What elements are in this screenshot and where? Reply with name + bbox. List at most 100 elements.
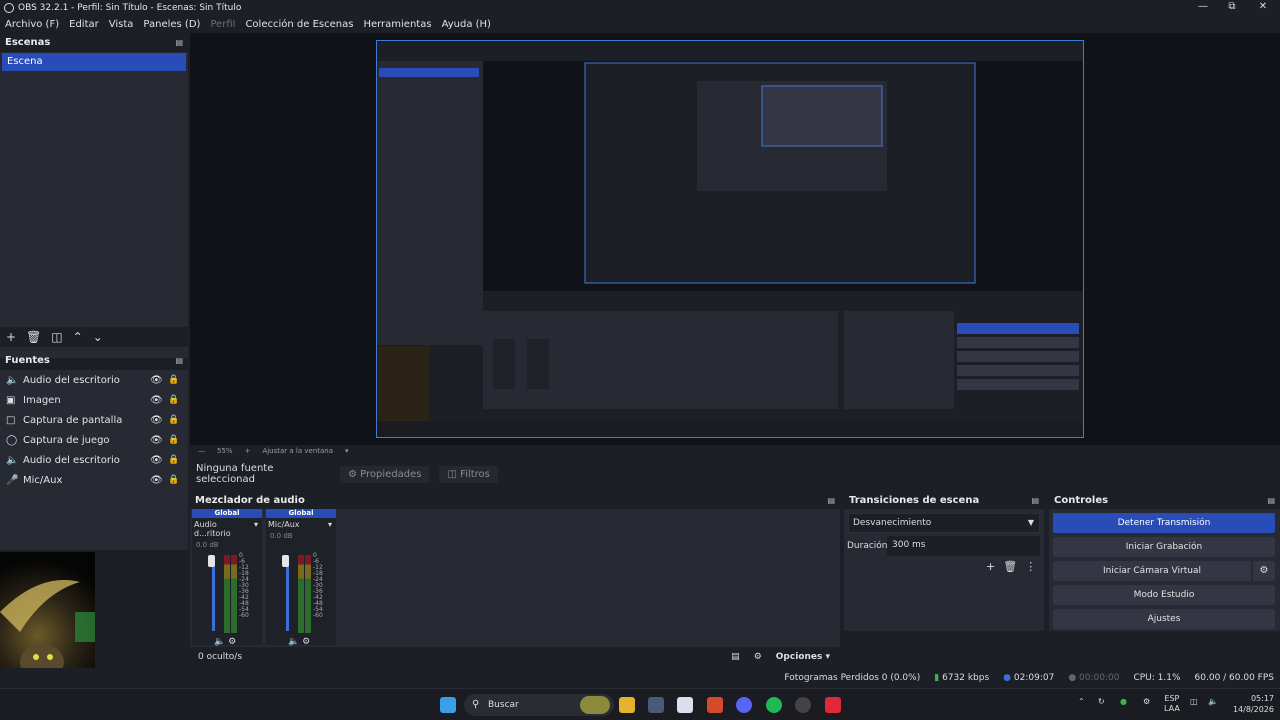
channel-db: 0.0 dB bbox=[196, 541, 219, 549]
gamepad-icon: ◯ bbox=[6, 434, 18, 446]
start-virtual-camera-button[interactable]: Iniciar Cámara Virtual bbox=[1053, 561, 1251, 581]
source-item[interactable]: 🎤 Mic/Aux 👁 🔒 bbox=[0, 470, 188, 490]
widget-icon[interactable] bbox=[580, 696, 610, 714]
layout-toggle-icon[interactable]: ▤ bbox=[731, 652, 740, 662]
menu-perfil[interactable]: Perfil bbox=[210, 19, 235, 30]
maximize-icon[interactable]: ⧉ bbox=[1215, 0, 1249, 15]
dock-float-icon[interactable]: ▤ bbox=[1267, 496, 1275, 505]
menu-editar[interactable]: Editar bbox=[69, 19, 99, 30]
network-icon[interactable]: ◫ bbox=[1190, 697, 1198, 706]
move-down-icon[interactable]: ⌄ bbox=[93, 330, 103, 344]
volume-fader-track[interactable] bbox=[286, 557, 289, 631]
mixer-options-button[interactable]: Opciones ▾ bbox=[776, 652, 830, 662]
scene-filter-icon[interactable]: ◫ bbox=[51, 330, 62, 344]
source-item[interactable]: ▣ Imagen 👁 🔒 bbox=[0, 390, 188, 410]
tray-status-icon[interactable]: ● bbox=[1120, 697, 1127, 706]
remove-scene-icon[interactable]: 🗑 bbox=[26, 330, 41, 344]
volume-fader-track[interactable] bbox=[212, 557, 215, 631]
fps-readout: 60.00 / 60.00 FPS bbox=[1194, 673, 1274, 683]
volume-icon[interactable]: 🔈 bbox=[1208, 697, 1218, 706]
menu-coleccion[interactable]: Colección de Escenas bbox=[245, 19, 353, 30]
source-item[interactable]: 🔈 Audio del escritorio 👁 🔒 bbox=[0, 450, 188, 470]
visibility-eye-icon[interactable]: 👁 bbox=[150, 375, 163, 386]
start-recording-button[interactable]: Iniciar Grabación bbox=[1053, 537, 1275, 557]
mute-speaker-icon[interactable]: 🔈 ⚙ bbox=[288, 637, 310, 647]
menu-ayuda[interactable]: Ayuda (H) bbox=[442, 19, 491, 30]
scenes-toolbar: + 🗑 ◫ ⌃ ⌄ bbox=[0, 327, 188, 347]
stream-timer: ● 02:09:07 bbox=[1003, 673, 1055, 683]
scene-item[interactable]: Escena bbox=[2, 53, 186, 71]
visibility-eye-icon[interactable]: 👁 bbox=[150, 455, 163, 466]
channel-name[interactable]: Mic/Aux ▾ bbox=[266, 520, 336, 529]
stop-streaming-button[interactable]: Detener Transmisión bbox=[1053, 513, 1275, 533]
dock-float-icon[interactable]: ▤ bbox=[827, 496, 835, 505]
fit-window-select[interactable]: Ajustar a la ventana bbox=[262, 447, 333, 455]
source-item[interactable]: 🔈 Audio del escritorio 👁 🔒 bbox=[0, 370, 188, 390]
preview-source-frame[interactable] bbox=[376, 40, 1084, 438]
add-scene-icon[interactable]: + bbox=[6, 330, 16, 344]
discord-icon[interactable] bbox=[736, 697, 752, 713]
brave-browser-icon[interactable] bbox=[707, 697, 723, 713]
visibility-eye-icon[interactable]: 👁 bbox=[150, 415, 163, 426]
chevron-down-icon[interactable]: ▾ bbox=[345, 447, 349, 455]
properties-button[interactable]: ⚙ Propiedades bbox=[340, 465, 430, 483]
advanced-audio-icon[interactable]: ⚙ bbox=[754, 652, 762, 662]
virtual-camera-gear-icon[interactable]: ⚙ bbox=[1253, 561, 1275, 581]
tray-security-icon[interactable]: ⚙ bbox=[1143, 697, 1150, 706]
windows-start-icon[interactable] bbox=[440, 697, 456, 713]
level-meter bbox=[298, 555, 304, 633]
move-up-icon[interactable]: ⌃ bbox=[73, 330, 83, 344]
store-icon[interactable] bbox=[648, 697, 664, 713]
add-transition-icon[interactable]: + bbox=[986, 560, 995, 573]
nested-capture-image bbox=[377, 41, 1083, 437]
remove-transition-icon[interactable]: 🗑 bbox=[1003, 560, 1017, 573]
windows-taskbar: ⚲ Buscar ⌃ ↻ ● ⚙ ESP LAA ◫ 🔈 05:17 14/8/2… bbox=[0, 688, 1280, 720]
menu-paneles[interactable]: Paneles (D) bbox=[143, 19, 200, 30]
cpu-usage: CPU: 1.1% bbox=[1133, 673, 1181, 683]
zoom-in-icon[interactable]: + bbox=[245, 447, 251, 455]
app-red-icon[interactable] bbox=[825, 697, 841, 713]
dock-float-icon[interactable]: ▤ bbox=[175, 38, 183, 47]
tray-chevron-up-icon[interactable]: ⌃ bbox=[1078, 697, 1085, 706]
lock-icon[interactable]: 🔒 bbox=[168, 455, 180, 465]
more-options-icon[interactable]: ⋮ bbox=[1025, 560, 1036, 573]
lock-icon[interactable]: 🔒 bbox=[168, 415, 180, 425]
obs-logo-icon bbox=[4, 2, 14, 13]
visibility-eye-icon[interactable]: 👁 bbox=[150, 435, 163, 446]
channel-name[interactable]: Audio d...ritorio ▾ bbox=[192, 520, 262, 538]
visibility-eye-icon[interactable]: 👁 bbox=[150, 475, 163, 486]
studio-mode-button[interactable]: Modo Estudio bbox=[1053, 585, 1275, 605]
lock-icon[interactable]: 🔒 bbox=[168, 375, 180, 385]
zoom-out-icon[interactable]: — bbox=[198, 447, 205, 455]
volume-fader-handle[interactable] bbox=[282, 555, 289, 567]
menu-herramientas[interactable]: Herramientas bbox=[363, 19, 431, 30]
lock-icon[interactable]: 🔒 bbox=[168, 395, 180, 405]
settings-button[interactable]: Ajustes bbox=[1053, 609, 1275, 629]
taskbar-clock[interactable]: 05:17 14/8/2026 bbox=[1222, 693, 1274, 715]
source-context-bar: Ninguna fuente seleccionad ⚙ Propiedades… bbox=[190, 463, 1280, 485]
notes-icon[interactable] bbox=[677, 697, 693, 713]
spotify-icon[interactable] bbox=[766, 697, 782, 713]
obs-taskbar-icon[interactable] bbox=[795, 697, 811, 713]
speaker-icon: 🔈 bbox=[6, 454, 19, 466]
tray-app-icon[interactable]: ↻ bbox=[1098, 697, 1105, 706]
menu-vista[interactable]: Vista bbox=[109, 19, 134, 30]
dock-float-icon[interactable]: ▤ bbox=[1031, 496, 1039, 505]
close-icon[interactable]: ✕ bbox=[1246, 0, 1280, 15]
duration-spinbox[interactable]: 300 ms bbox=[887, 536, 1040, 556]
lock-icon[interactable]: 🔒 bbox=[168, 435, 180, 445]
language-indicator[interactable]: ESP LAA bbox=[1164, 694, 1180, 714]
visibility-eye-icon[interactable]: 👁 bbox=[150, 395, 163, 406]
menu-archivo[interactable]: Archivo (F) bbox=[5, 19, 59, 30]
source-item[interactable]: ◯ Captura de juego 👁 🔒 bbox=[0, 430, 188, 450]
lock-icon[interactable]: 🔒 bbox=[168, 475, 180, 485]
file-explorer-icon[interactable] bbox=[619, 697, 635, 713]
channel-db: 0.0 dB bbox=[270, 532, 293, 540]
transitions-title: Transiciones de escena bbox=[849, 494, 980, 506]
source-item[interactable]: □ Captura de pantalla 👁 🔒 bbox=[0, 410, 188, 430]
mute-speaker-icon[interactable]: 🔈 ⚙ bbox=[214, 637, 236, 647]
dock-float-icon[interactable]: ▤ bbox=[175, 356, 183, 365]
volume-fader-handle[interactable] bbox=[208, 555, 215, 567]
transition-select[interactable]: Desvanecimiento ▼ bbox=[848, 513, 1040, 533]
filters-button[interactable]: ◫ Filtros bbox=[439, 465, 498, 483]
